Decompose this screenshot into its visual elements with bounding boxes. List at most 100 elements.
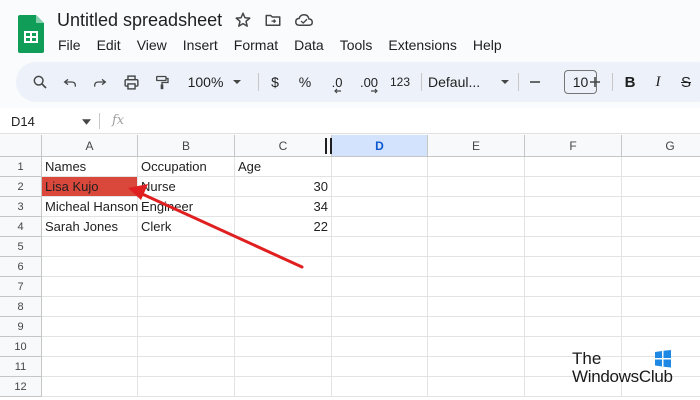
menu-view[interactable]: View — [129, 35, 175, 55]
cell-e3[interactable] — [428, 197, 525, 217]
document-title[interactable]: Untitled spreadsheet — [57, 9, 222, 31]
chevron-down-icon[interactable] — [82, 119, 91, 125]
print-button[interactable] — [119, 68, 143, 96]
cell-g3[interactable] — [622, 197, 700, 217]
cell-b9[interactable] — [138, 317, 235, 337]
cell-d5[interactable] — [332, 237, 428, 257]
cell-f7[interactable] — [525, 277, 622, 297]
column-header-c[interactable]: C — [235, 135, 332, 157]
cell-e1[interactable] — [428, 157, 525, 177]
row-header-11[interactable]: 11 — [0, 357, 42, 377]
row-header-8[interactable]: 8 — [0, 297, 42, 317]
strikethrough-button[interactable]: S — [676, 68, 696, 96]
row-header-6[interactable]: 6 — [0, 257, 42, 277]
cell-e12[interactable] — [428, 377, 525, 397]
cell-e9[interactable] — [428, 317, 525, 337]
cell-e4[interactable] — [428, 217, 525, 237]
cell-b11[interactable] — [138, 357, 235, 377]
cell-d12[interactable] — [332, 377, 428, 397]
cell-d10[interactable] — [332, 337, 428, 357]
column-header-d[interactable]: D — [332, 135, 428, 157]
cell-d11[interactable] — [332, 357, 428, 377]
cell-g9[interactable] — [622, 317, 700, 337]
cell-d4[interactable] — [332, 217, 428, 237]
row-header-7[interactable]: 7 — [0, 277, 42, 297]
column-resize-handle[interactable] — [325, 138, 333, 154]
cell-e7[interactable] — [428, 277, 525, 297]
star-icon[interactable] — [233, 10, 253, 30]
cell-f3[interactable] — [525, 197, 622, 217]
cell-d7[interactable] — [332, 277, 428, 297]
cell-f1[interactable] — [525, 157, 622, 177]
cell-g4[interactable] — [622, 217, 700, 237]
cell-d9[interactable] — [332, 317, 428, 337]
cell-d8[interactable] — [332, 297, 428, 317]
row-header-3[interactable]: 3 — [0, 197, 42, 217]
cell-a11[interactable] — [42, 357, 138, 377]
cell-a1[interactable]: Names — [42, 157, 138, 177]
cell-f9[interactable] — [525, 317, 622, 337]
menu-extensions[interactable]: Extensions — [380, 35, 464, 55]
format-as-percent-button[interactable]: % — [295, 68, 315, 96]
cell-c8[interactable] — [235, 297, 332, 317]
paint-format-button[interactable] — [150, 68, 174, 96]
undo-button[interactable] — [58, 68, 82, 96]
cell-e5[interactable] — [428, 237, 525, 257]
column-header-e[interactable]: E — [428, 135, 525, 157]
cell-e6[interactable] — [428, 257, 525, 277]
cell-e8[interactable] — [428, 297, 525, 317]
cell-f4[interactable] — [525, 217, 622, 237]
cloud-status-icon[interactable] — [294, 10, 314, 30]
cell-f5[interactable] — [525, 237, 622, 257]
cell-e11[interactable] — [428, 357, 525, 377]
italic-button[interactable]: I — [648, 68, 668, 96]
menu-format[interactable]: Format — [226, 35, 286, 55]
increase-decimal-button[interactable]: .00 — [354, 68, 384, 96]
cell-c12[interactable] — [235, 377, 332, 397]
cell-c7[interactable] — [235, 277, 332, 297]
search-menus-button[interactable] — [28, 68, 52, 96]
menu-help[interactable]: Help — [465, 35, 510, 55]
cell-a12[interactable] — [42, 377, 138, 397]
select-all-corner[interactable] — [0, 135, 42, 157]
cell-f6[interactable] — [525, 257, 622, 277]
cell-b2[interactable]: Nurse — [138, 177, 235, 197]
cell-d2[interactable] — [332, 177, 428, 197]
decrease-decimal-button[interactable]: .0 — [323, 68, 351, 96]
cell-c3[interactable]: 34 — [235, 197, 332, 217]
cell-g5[interactable] — [622, 237, 700, 257]
menu-insert[interactable]: Insert — [175, 35, 226, 55]
format-as-currency-button[interactable]: $ — [265, 68, 285, 96]
cell-a5[interactable] — [42, 237, 138, 257]
row-header-4[interactable]: 4 — [0, 217, 42, 237]
cell-b1[interactable]: Occupation — [138, 157, 235, 177]
cell-c9[interactable] — [235, 317, 332, 337]
move-folder-icon[interactable] — [263, 10, 283, 30]
column-header-a[interactable]: A — [42, 135, 138, 157]
cell-f2[interactable] — [525, 177, 622, 197]
cell-a7[interactable] — [42, 277, 138, 297]
row-header-2[interactable]: 2 — [0, 177, 42, 197]
cell-e10[interactable] — [428, 337, 525, 357]
cell-c11[interactable] — [235, 357, 332, 377]
column-header-b[interactable]: B — [138, 135, 235, 157]
menu-file[interactable]: File — [50, 35, 89, 55]
cell-c5[interactable] — [235, 237, 332, 257]
cell-g1[interactable] — [622, 157, 700, 177]
row-header-12[interactable]: 12 — [0, 377, 42, 397]
more-formats-button[interactable]: 123 — [386, 68, 414, 96]
cell-a3[interactable]: Micheal Hanson — [42, 197, 138, 217]
cell-a4[interactable]: Sarah Jones — [42, 217, 138, 237]
row-header-1[interactable]: 1 — [0, 157, 42, 177]
redo-button[interactable] — [88, 68, 112, 96]
cell-b6[interactable] — [138, 257, 235, 277]
row-header-9[interactable]: 9 — [0, 317, 42, 337]
cell-d6[interactable] — [332, 257, 428, 277]
menu-edit[interactable]: Edit — [89, 35, 129, 55]
cell-a10[interactable] — [42, 337, 138, 357]
cell-g2[interactable] — [622, 177, 700, 197]
cell-b4[interactable]: Clerk — [138, 217, 235, 237]
cell-a8[interactable] — [42, 297, 138, 317]
column-header-g[interactable]: G — [622, 135, 700, 157]
font-family-select[interactable]: Defaul... — [428, 68, 510, 96]
